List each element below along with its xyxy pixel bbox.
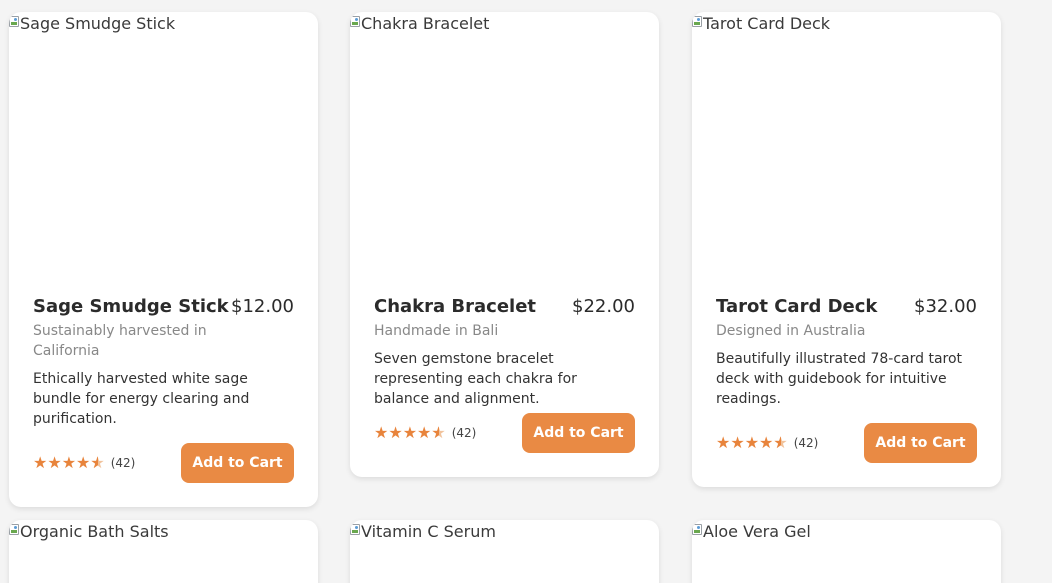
product-grid: Sage Smudge Stick Sage Smudge Stick $12.… (0, 0, 1052, 583)
product-image: Tarot Card Deck (692, 12, 1001, 284)
add-to-cart-button[interactable]: Add to Cart (522, 413, 635, 453)
product-origin: Sustainably harvested in California (33, 323, 207, 359)
image-alt-text: Vitamin C Serum (361, 522, 496, 541)
product-price: $32.00 (914, 296, 977, 317)
image-alt-text: Organic Bath Salts (20, 522, 169, 541)
product-card: Sage Smudge Stick Sage Smudge Stick $12.… (9, 12, 318, 507)
product-description: Ethically harvested white sage bundle fo… (33, 371, 250, 427)
product-card: Organic Bath Salts (9, 520, 318, 583)
image-alt-text: Sage Smudge Stick (20, 14, 176, 33)
product-description: Seven gemstone bracelet representing eac… (374, 351, 577, 407)
broken-image-icon (692, 524, 702, 535)
product-image: Sage Smudge Stick (9, 12, 318, 284)
product-image: Aloe Vera Gel (692, 520, 1001, 583)
add-to-cart-button[interactable]: Add to Cart (181, 443, 294, 483)
review-count: (42) (793, 436, 819, 450)
broken-image-icon (692, 16, 702, 27)
product-price: $12.00 (231, 296, 294, 317)
product-title: Tarot Card Deck (716, 296, 878, 317)
product-image: Chakra Bracelet (350, 12, 659, 284)
broken-image-icon (350, 524, 360, 535)
broken-image-icon (350, 16, 360, 27)
product-description: Beautifully illustrated 78-card tarot de… (716, 351, 963, 407)
review-count: (42) (110, 456, 136, 470)
product-rating: ★★★★★ (42) (33, 455, 136, 472)
add-to-cart-button[interactable]: Add to Cart (864, 423, 977, 463)
product-price: $22.00 (572, 296, 635, 317)
product-image: Organic Bath Salts (9, 520, 318, 583)
star-rating-icon: ★★★★★ (716, 435, 788, 452)
product-card: Tarot Card Deck Tarot Card Deck $32.00 D… (692, 12, 1001, 487)
product-origin: Designed in Australia (716, 323, 866, 339)
image-alt-text: Tarot Card Deck (703, 14, 831, 33)
review-count: (42) (451, 426, 477, 440)
broken-image-icon (9, 524, 19, 535)
product-image: Vitamin C Serum (350, 520, 659, 583)
product-title: Sage Smudge Stick (33, 296, 229, 317)
broken-image-icon (9, 16, 19, 27)
product-rating: ★★★★★ (42) (374, 425, 477, 442)
image-alt-text: Aloe Vera Gel (703, 522, 811, 541)
product-title: Chakra Bracelet (374, 296, 537, 317)
star-rating-icon: ★★★★★ (33, 455, 105, 472)
image-alt-text: Chakra Bracelet (361, 14, 490, 33)
star-rating-icon: ★★★★★ (374, 425, 446, 442)
product-card: Chakra Bracelet Chakra Bracelet $22.00 H… (350, 12, 659, 477)
product-card: Aloe Vera Gel (692, 520, 1001, 583)
product-card: Vitamin C Serum (350, 520, 659, 583)
product-origin: Handmade in Bali (374, 323, 499, 339)
product-rating: ★★★★★ (42) (716, 435, 819, 452)
